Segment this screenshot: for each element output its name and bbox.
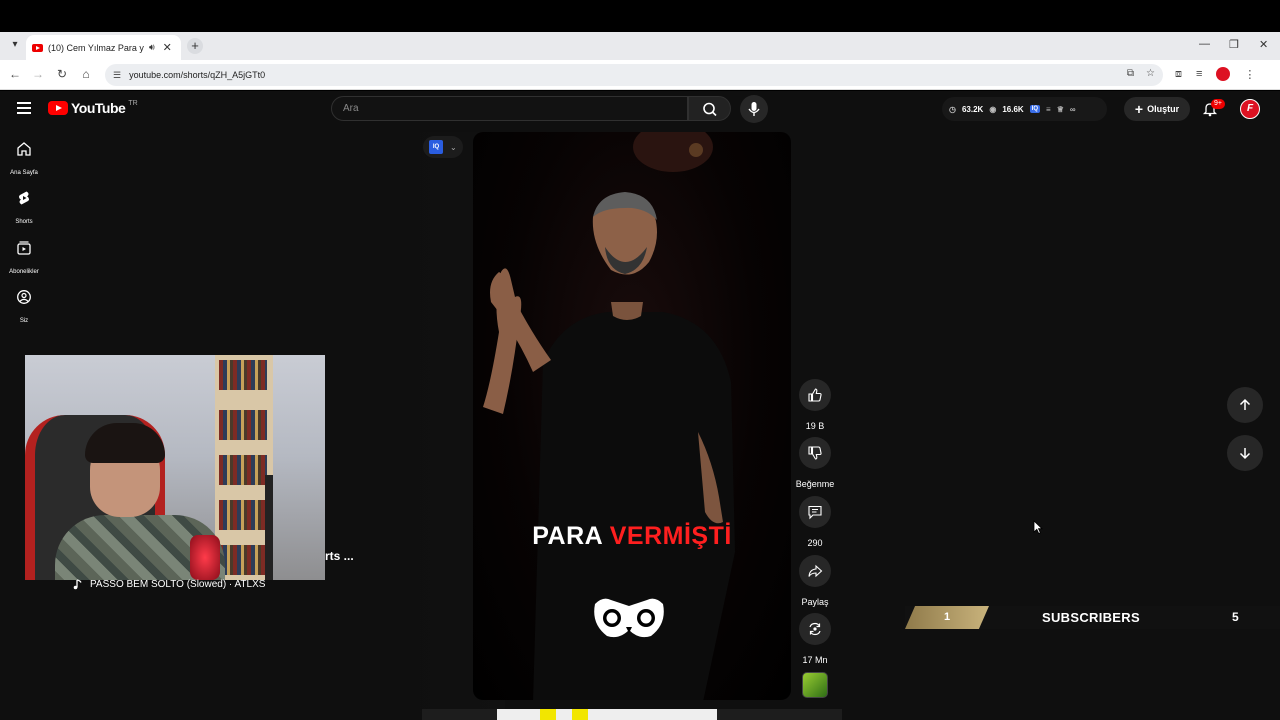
trophy-icon: ♕ [1056, 104, 1064, 114]
site-info-icon[interactable]: ☰ [113, 70, 121, 81]
share-button[interactable]: Paylaş [795, 555, 835, 610]
owl-eyes-logo [594, 598, 664, 638]
sidebar-item-you[interactable]: Siz [0, 289, 48, 327]
thumbs-up-icon [808, 388, 822, 402]
sidebar-item-subscriptions[interactable]: Abonelikler [0, 240, 48, 278]
mouse-cursor-icon [1033, 520, 1043, 534]
arrow-up-icon [1239, 398, 1251, 410]
address-bar-row: ← → ↻ ⌂ ☰ youtube.com/shorts/qZH_A5jGTt0… [0, 60, 1280, 90]
search-icon [703, 102, 717, 117]
thumbs-down-icon [808, 446, 822, 460]
reload-icon[interactable]: ↻ [54, 67, 70, 81]
media-controls-icon[interactable]: ≡ [1196, 68, 1202, 80]
youtube-logo[interactable]: YouTube TR [48, 100, 138, 116]
youtube-favicon-icon [32, 43, 43, 52]
browser-menu-icon[interactable]: ⋮ [1244, 68, 1255, 81]
subscriber-rank: 1 [905, 606, 989, 629]
next-short-button[interactable] [1227, 435, 1263, 471]
sidebar-item-shorts[interactable]: Shorts [0, 190, 48, 228]
like-button[interactable]: 19 B [795, 379, 835, 434]
account-icon [17, 290, 31, 304]
voice-search-button[interactable] [740, 95, 768, 123]
browser-tab[interactable]: (10) Cem Yılmaz Para yeme 🔊︎ ✕ [26, 35, 181, 60]
audio-playing-icon[interactable]: 🔊︎ [149, 42, 155, 53]
video-caption: PARA VERMİŞTİ [532, 522, 732, 550]
sidebar-item-home[interactable]: Ana Sayfa [0, 141, 48, 179]
microphone-icon [748, 102, 760, 116]
now-playing-music: PASSO BEM SOLTO (Slowed) · ATLXS [72, 578, 265, 590]
eye-icon: ◉ [989, 104, 997, 114]
music-thumbnail[interactable] [802, 672, 828, 698]
streamer-webcam [25, 355, 325, 580]
install-app-icon[interactable]: ⧉ [1127, 68, 1134, 79]
search-input[interactable]: Ara [331, 96, 688, 121]
red-lamp [190, 535, 220, 580]
iq-icon: IQ [429, 140, 443, 154]
window-close-icon[interactable]: ✕ [1259, 38, 1268, 51]
home-icon [17, 142, 31, 156]
tab-close-icon[interactable]: ✕ [163, 41, 172, 54]
profile-extension-icon[interactable] [1216, 67, 1231, 81]
shorts-icon [19, 191, 29, 205]
youtube-play-icon [48, 101, 68, 115]
subscriptions-icon [17, 241, 31, 255]
truncated-title-overlay: rts ... [325, 549, 354, 563]
iq-extension-chip[interactable]: IQ ⌄ [423, 136, 463, 158]
top-black-bar [0, 0, 1280, 32]
new-tab-button[interactable]: + [187, 38, 203, 54]
tab-title: (10) Cem Yılmaz Para yeme [48, 42, 144, 53]
home-icon[interactable]: ⌂ [78, 67, 94, 81]
create-button[interactable]: + Oluştur [1124, 97, 1190, 121]
forward-icon[interactable]: → [30, 67, 46, 81]
url-text: youtube.com/shorts/qZH_A5jGTt0 [129, 70, 266, 80]
shorts-video-player[interactable]: PARA VERMİŞTİ [473, 132, 791, 700]
tab-search-dropdown-icon[interactable]: ▾ [8, 38, 22, 52]
dislike-button[interactable]: Beğenme [795, 437, 835, 492]
next-short-preview [422, 709, 842, 720]
list-icon: ≡ [1046, 104, 1051, 114]
search-button[interactable] [688, 96, 731, 121]
remix-button[interactable]: 17 Mn [795, 613, 835, 668]
extension-stats[interactable]: ◷ 63.2K ◉ 16.6K IQ ≡ ♕ ∞ [942, 97, 1107, 121]
subscribers-label: SUBSCRIBERS [1042, 610, 1140, 625]
clock-icon: ◷ [949, 104, 956, 114]
comments-button[interactable]: 290 [795, 496, 835, 551]
url-field[interactable]: ☰ youtube.com/shorts/qZH_A5jGTt0 ⧉ ☆ [105, 64, 1163, 86]
share-icon [808, 564, 823, 578]
chevron-down-icon: ⌄ [450, 142, 457, 152]
subscribers-count: 5 [1232, 610, 1239, 624]
restore-icon[interactable]: ❐ [1229, 38, 1239, 51]
remix-icon [809, 622, 821, 636]
bookmark-star-icon[interactable]: ☆ [1146, 68, 1155, 79]
previous-short-button[interactable] [1227, 387, 1263, 423]
music-note-icon [73, 579, 82, 590]
iq-badge: IQ [1029, 105, 1041, 113]
back-icon[interactable]: ← [7, 67, 23, 81]
link-icon: ∞ [1069, 104, 1076, 114]
avatar[interactable]: F [1240, 99, 1260, 119]
subscriber-goal-bar: 1 SUBSCRIBERS 5 [905, 606, 1280, 629]
arrow-down-icon [1239, 448, 1251, 460]
plus-icon: + [1134, 101, 1144, 117]
comment-icon [808, 505, 822, 520]
minimize-icon[interactable]: — [1199, 38, 1210, 50]
menu-icon[interactable] [17, 102, 31, 117]
notifications-badge: 9+ [1211, 99, 1225, 109]
extensions-icon[interactable]: ⧈ [1175, 68, 1182, 81]
browser-tabstrip: ▾ (10) Cem Yılmaz Para yeme 🔊︎ ✕ + — ❐ ✕ [0, 32, 1280, 60]
